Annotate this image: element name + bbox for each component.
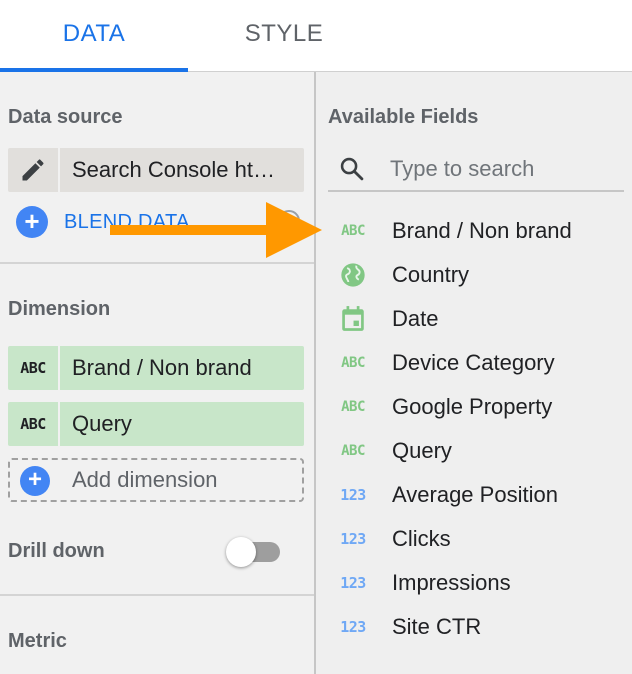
text-type-icon: ABC <box>341 223 365 239</box>
calendar-icon <box>338 305 368 333</box>
field-label: Impressions <box>392 570 511 595</box>
field-item[interactable]: ABC Device Category <box>316 341 632 385</box>
field-label: Average Position <box>392 482 558 507</box>
text-type-icon: ABC <box>341 443 365 459</box>
search-input[interactable] <box>388 148 622 190</box>
field-item[interactable]: 123 Average Position <box>316 473 632 517</box>
number-type-icon: 123 <box>340 530 366 548</box>
search-icon <box>340 157 364 181</box>
annotation-arrow-icon <box>110 202 322 258</box>
setup-panel: Data source Search Console ht… + BLEND D… <box>0 72 314 674</box>
data-source-name: Search Console ht… <box>72 157 275 182</box>
dimension-chip-label: Query <box>72 411 132 436</box>
data-source-selector[interactable]: Search Console ht… <box>8 148 304 192</box>
field-item[interactable]: ABC Query <box>316 429 632 473</box>
field-label: Device Category <box>392 350 555 375</box>
dimension-title: Dimension <box>8 298 111 320</box>
number-type-icon: 123 <box>340 574 366 592</box>
field-item[interactable]: 123 Impressions <box>316 561 632 605</box>
tab-style[interactable]: STYLE <box>190 0 378 70</box>
field-search <box>328 148 624 192</box>
text-type-icon: ABC <box>8 402 60 446</box>
text-type-icon: ABC <box>341 399 365 415</box>
field-label: Query <box>392 438 452 463</box>
field-item[interactable]: 123 Clicks <box>316 517 632 561</box>
dimension-chip[interactable]: ABC Brand / Non brand <box>8 346 304 390</box>
add-icon: + <box>20 466 50 496</box>
field-item[interactable]: ABC Brand / Non brand <box>316 209 632 253</box>
field-item[interactable]: ABC Google Property <box>316 385 632 429</box>
field-item[interactable]: 123 Site CTR <box>316 605 632 649</box>
field-label: Date <box>392 306 439 331</box>
metric-title: Metric <box>8 630 67 652</box>
section-divider <box>0 262 314 264</box>
available-fields-panel: Available Fields ABC Brand / Non brand C… <box>316 72 632 674</box>
drill-down-toggle-knob[interactable] <box>226 537 256 567</box>
field-item[interactable]: Country <box>316 253 632 297</box>
add-dimension-button[interactable]: + Add dimension <box>8 458 304 502</box>
add-icon: + <box>16 206 48 238</box>
section-divider <box>0 594 314 596</box>
text-type-icon: ABC <box>8 346 60 390</box>
field-label: Google Property <box>392 394 553 419</box>
tab-data[interactable]: DATA <box>0 0 188 70</box>
dimension-chip[interactable]: ABC Query <box>8 402 304 446</box>
available-fields-title: Available Fields <box>328 106 479 128</box>
field-label: Site CTR <box>392 614 482 639</box>
data-source-title: Data source <box>8 106 123 128</box>
pencil-icon[interactable] <box>8 148 60 192</box>
globe-icon <box>338 261 368 289</box>
field-item[interactable]: Date <box>316 297 632 341</box>
number-type-icon: 123 <box>340 618 366 636</box>
field-label: Country <box>392 262 470 287</box>
drill-down-title: Drill down <box>8 540 105 562</box>
text-type-icon: ABC <box>341 355 365 371</box>
dimension-chip-label: Brand / Non brand <box>72 355 252 380</box>
add-dimension-label: Add dimension <box>72 467 218 492</box>
tab-bar: DATA STYLE <box>0 0 632 72</box>
field-label: Clicks <box>392 526 451 551</box>
field-label: Brand / Non brand <box>392 218 572 243</box>
number-type-icon: 123 <box>340 486 366 504</box>
